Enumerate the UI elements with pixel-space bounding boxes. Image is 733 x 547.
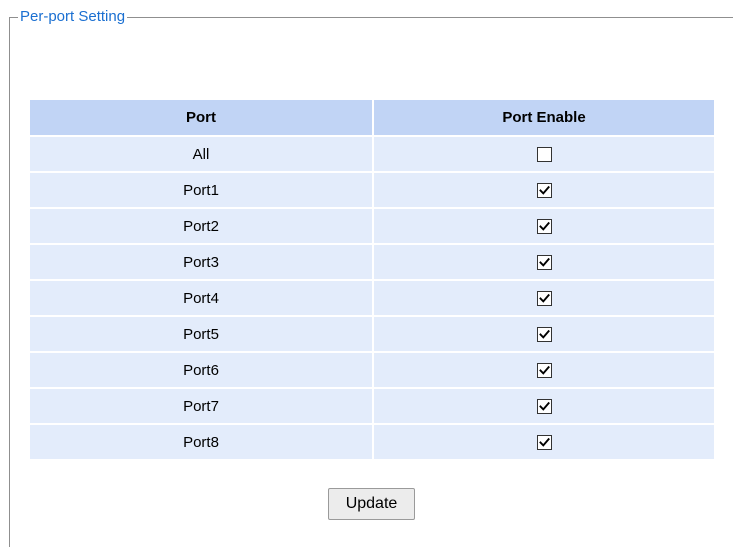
table-row: All	[30, 137, 714, 173]
port-enable-cell	[374, 137, 714, 173]
port-enable-checkbox[interactable]	[536, 399, 552, 415]
port-name-cell: All	[30, 137, 374, 173]
port-name-cell: Port1	[30, 173, 374, 209]
checkmark-icon	[538, 221, 550, 231]
port-enable-checkbox[interactable]	[536, 183, 552, 199]
port-enable-cell	[374, 389, 714, 425]
table-row: Port6	[30, 353, 714, 389]
port-enable-cell	[374, 317, 714, 353]
port-name-cell: Port5	[30, 317, 374, 353]
checkmark-icon	[538, 437, 550, 447]
checkmark-icon	[538, 329, 550, 339]
checkmark-icon	[538, 257, 550, 267]
port-enable-cell	[374, 425, 714, 461]
port-enable-cell	[374, 209, 714, 245]
table-row: Port2	[30, 209, 714, 245]
table-row: Port1	[30, 173, 714, 209]
column-header-port: Port	[30, 100, 374, 137]
port-name-cell: Port3	[30, 245, 374, 281]
port-enable-cell	[374, 245, 714, 281]
table-row: Port4	[30, 281, 714, 317]
table-row: Port8	[30, 425, 714, 461]
port-table-body: All Port1 Port2 Port3 Port4 Port5 Port6 Port7 Po…	[30, 137, 714, 461]
port-name-cell: Port2	[30, 209, 374, 245]
table-header-row: Port Port Enable	[30, 100, 714, 137]
table-row: Port7	[30, 389, 714, 425]
port-name-cell: Port4	[30, 281, 374, 317]
column-header-port-enable: Port Enable	[374, 100, 714, 137]
port-name-cell: Port6	[30, 353, 374, 389]
fieldset-legend: Per-port Setting	[18, 8, 128, 26]
port-enable-checkbox[interactable]	[536, 363, 552, 379]
port-table: Port Port Enable All Port1 Port2 Port3 Port4…	[30, 100, 714, 461]
port-enable-checkbox[interactable]	[536, 219, 552, 235]
checkmark-icon	[538, 293, 550, 303]
checkmark-icon	[538, 365, 550, 375]
checkmark-icon	[538, 401, 550, 411]
checkmark-icon	[538, 185, 550, 195]
port-enable-checkbox[interactable]	[536, 291, 552, 307]
port-name-cell: Port7	[30, 389, 374, 425]
port-enable-cell	[374, 281, 714, 317]
table-row: Port5	[30, 317, 714, 353]
port-enable-checkbox[interactable]	[536, 327, 552, 343]
port-enable-cell	[374, 173, 714, 209]
enable-all-checkbox[interactable]	[536, 147, 552, 163]
update-button[interactable]: Update	[328, 488, 415, 520]
port-enable-checkbox[interactable]	[536, 255, 552, 271]
port-enable-checkbox[interactable]	[536, 435, 552, 451]
port-enable-cell	[374, 353, 714, 389]
port-name-cell: Port8	[30, 425, 374, 461]
table-row: Port3	[30, 245, 714, 281]
